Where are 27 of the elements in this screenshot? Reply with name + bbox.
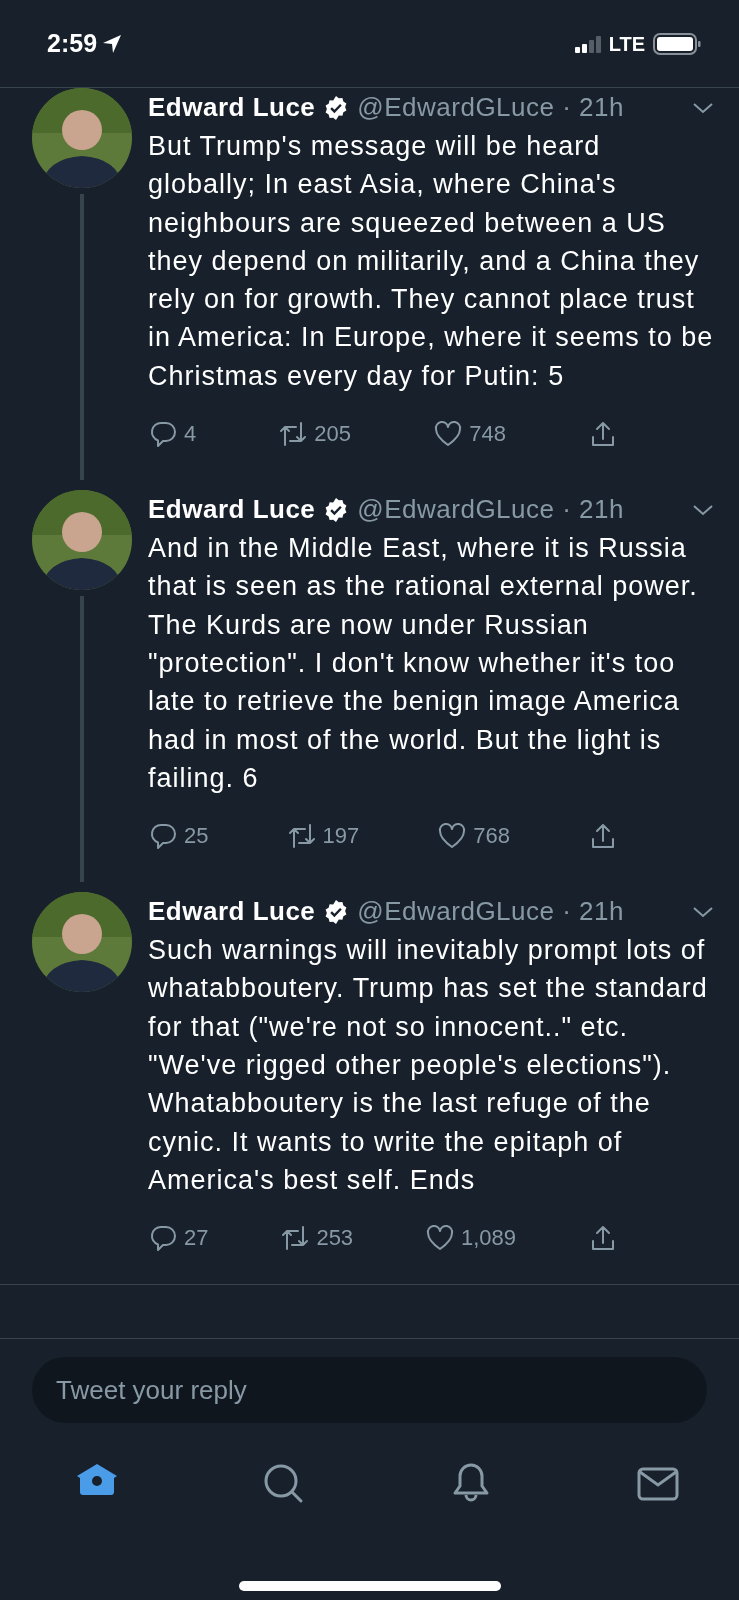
author-name[interactable]: Edward Luce xyxy=(148,892,316,932)
handle-and-time: @EdwardGLuce · 21h xyxy=(357,91,625,124)
heart-icon xyxy=(433,418,464,449)
handle-and-time: @EdwardGLuce · 21h xyxy=(357,493,625,527)
author-name[interactable]: Edward Luce xyxy=(148,490,316,530)
tweet-text: Such warnings will inevitably prompt lots of whatabboutery. Trump has set the standard for that ("we're not so innocent.." etc. "We've rigged other people's elections"). Whatabboutery is the last refuge of the cynic. It wants to write the epitaph of America's best self. Ends xyxy=(148,934,709,1197)
heart-icon xyxy=(437,820,468,851)
like-button[interactable]: 1,089 xyxy=(425,1221,517,1255)
reply-field[interactable]: Tweet your reply xyxy=(32,1357,707,1423)
location-icon xyxy=(101,32,124,55)
clock: 2:59 xyxy=(47,27,98,59)
heart-icon xyxy=(425,1222,455,1253)
like-button[interactable]: 768 xyxy=(437,819,510,853)
tweet-text: And in the Middle East, where it is Russia that is seen as the rational external power. The Kurds are now under Russian "protection". I don't know whether it's too late to retrieve the benign image America had in most of the world. But the light is failing. 6 xyxy=(148,532,699,795)
reply-button[interactable]: 27 xyxy=(148,1221,209,1255)
retweet-button[interactable]: 197 xyxy=(286,819,360,853)
reply-button[interactable]: 25 xyxy=(148,819,209,853)
reply-button[interactable]: 4 xyxy=(148,417,197,451)
signal-icon xyxy=(574,34,601,53)
handle-and-time: @EdwardGLuce · 21h xyxy=(357,895,625,929)
author-name[interactable]: Edward Luce xyxy=(148,88,316,127)
battery-icon xyxy=(653,32,701,55)
retweet-button[interactable]: 253 xyxy=(280,1221,354,1255)
tweet-text: But Trump's message will be heard globally; In east Asia, where China's neighbours are squeezed between a US they depend on militarily, and a China they rely on for growth. They cannot place trust in America: In Europe, where it seems to be Christmas every day for Putin: 5 xyxy=(148,130,715,393)
network-type: LTE xyxy=(608,31,645,57)
like-button[interactable]: 748 xyxy=(433,417,506,451)
retweet-button[interactable]: 205 xyxy=(278,417,352,451)
